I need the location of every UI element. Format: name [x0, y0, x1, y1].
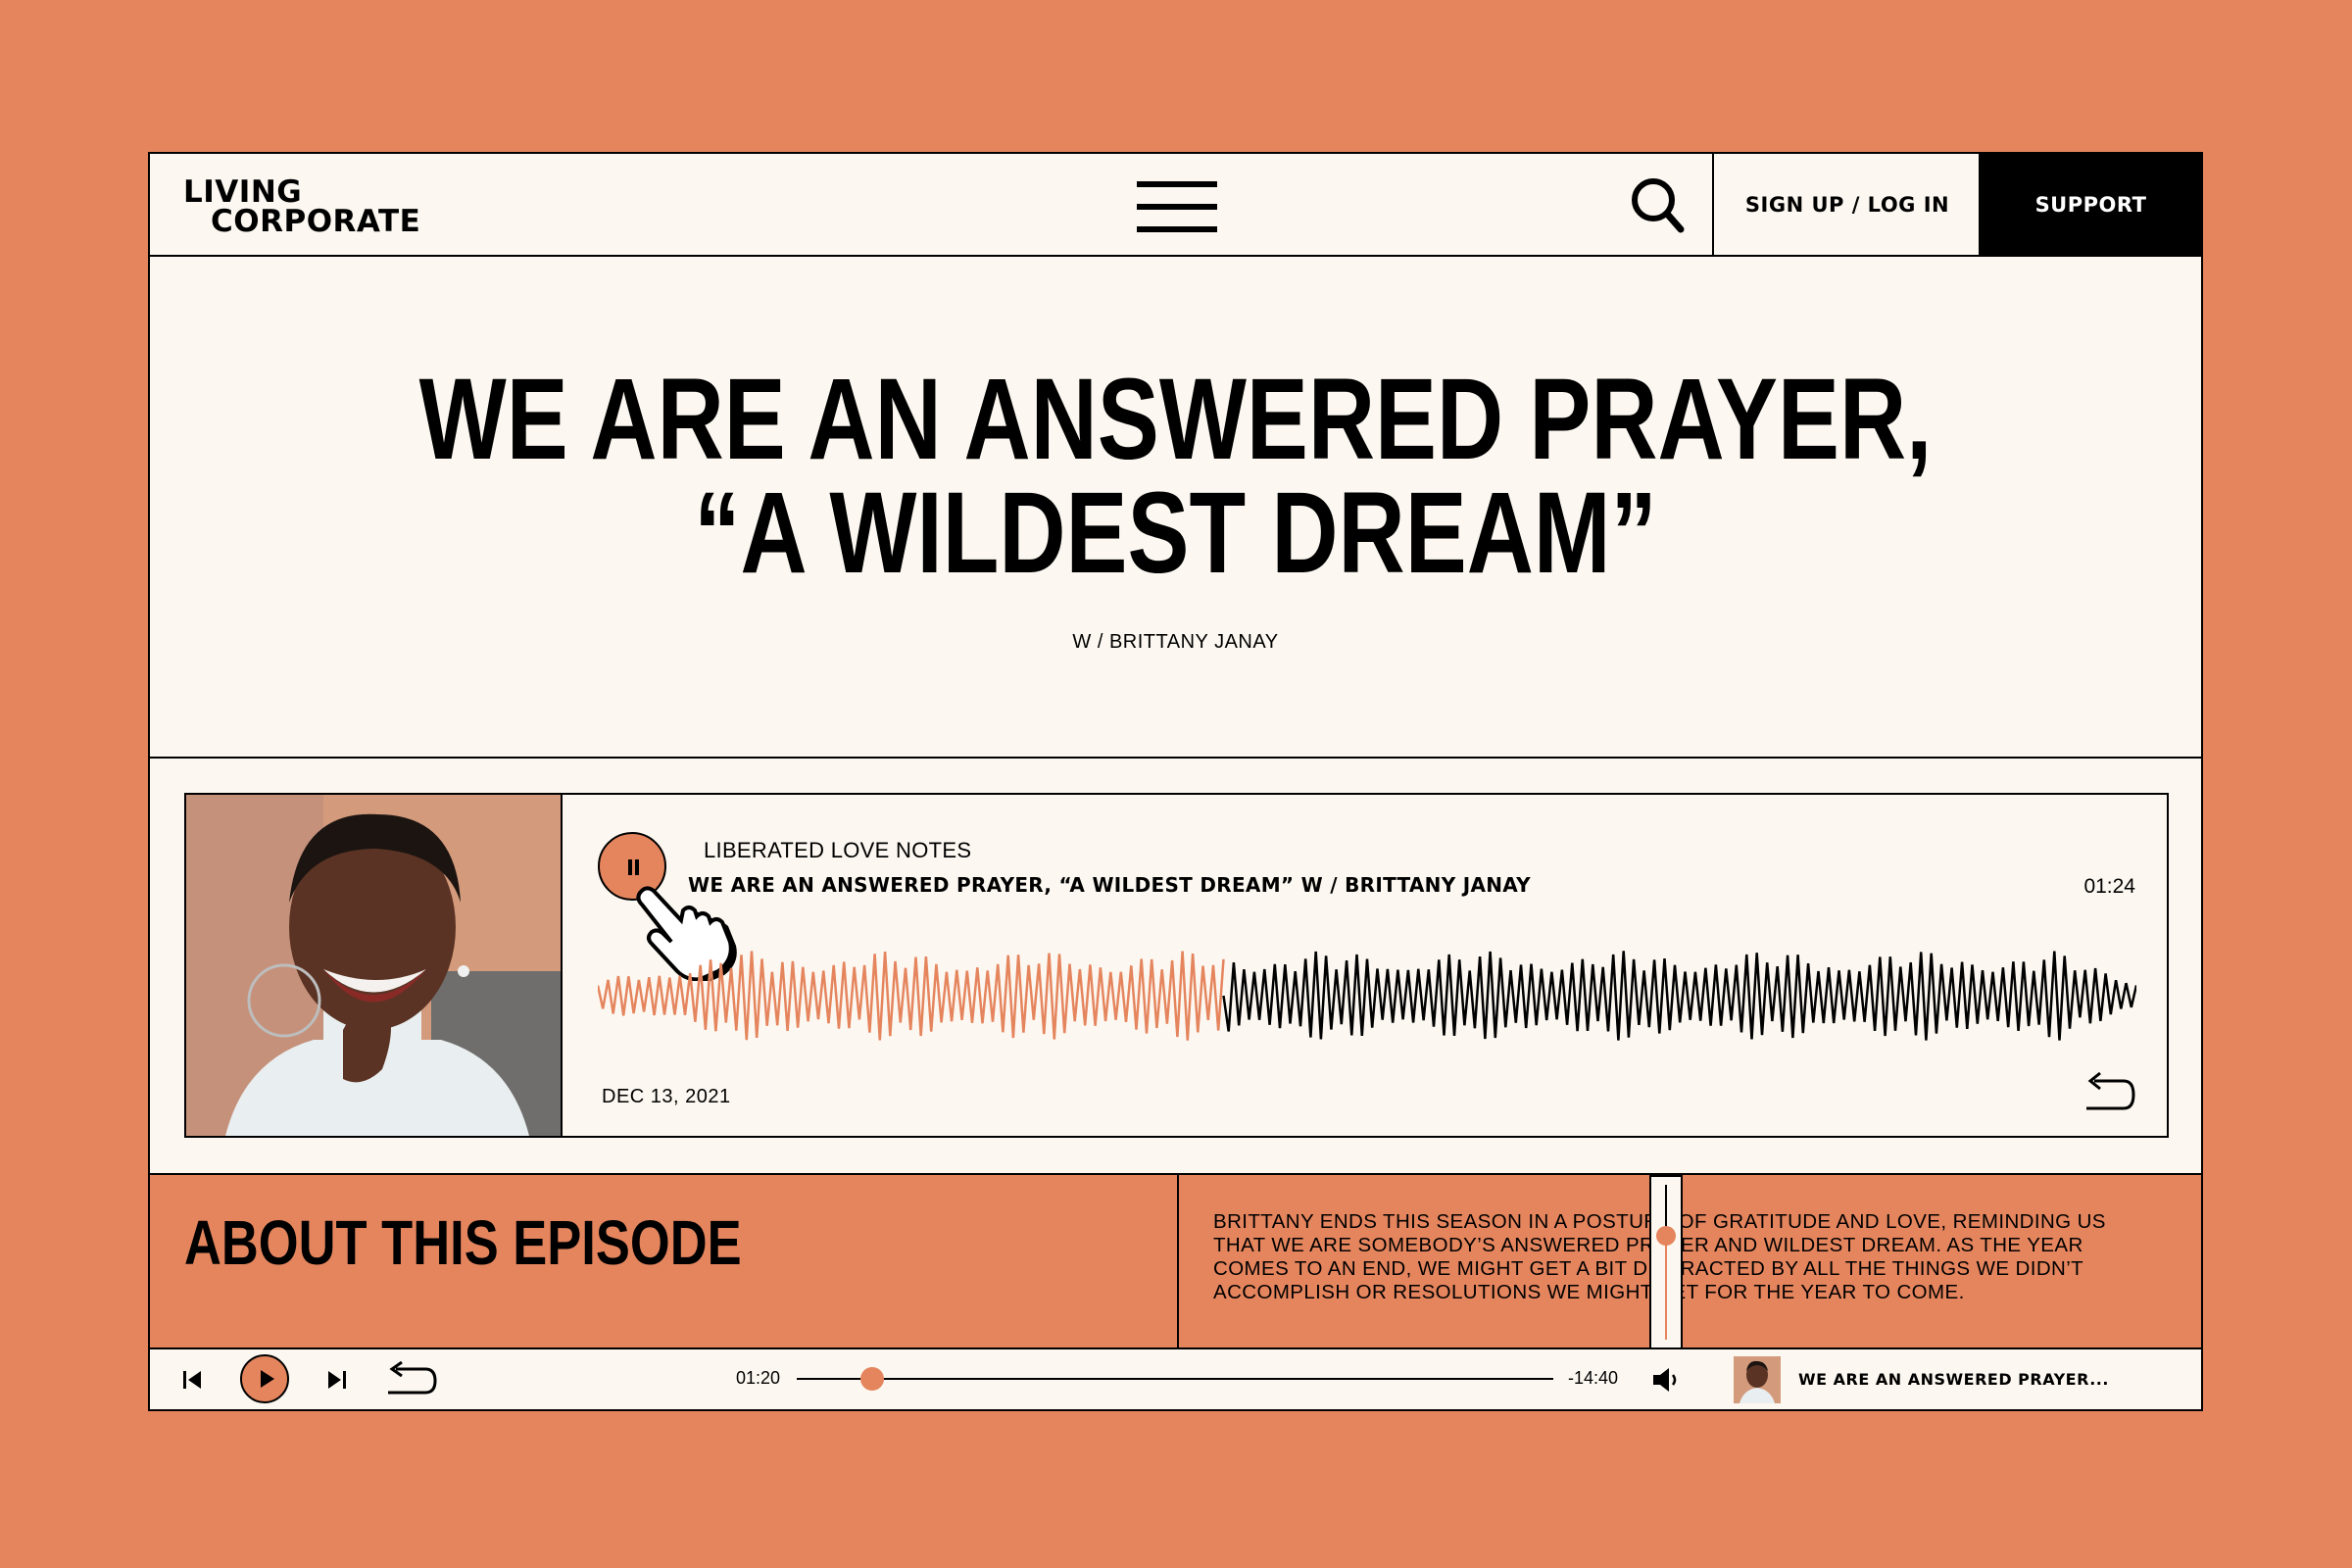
- logo[interactable]: LIVING CORPORATE: [183, 177, 421, 239]
- episode-title: WE ARE AN ANSWERED PRAYER, “A WILDEST DR…: [355, 355, 1995, 598]
- episode-hero: WE ARE AN ANSWERED PRAYER, “A WILDEST DR…: [150, 257, 2201, 759]
- logo-line-2: CORPORATE: [211, 204, 421, 239]
- elapsed-time: 01:20: [736, 1368, 781, 1388]
- replay-icon[interactable]: [382, 1361, 437, 1398]
- now-playing-title[interactable]: WE ARE AN ANSWERED PRAYER...: [1798, 1370, 2109, 1389]
- episode-title-line-1: WE ARE AN ANSWERED PRAYER,: [418, 355, 1933, 484]
- site-frame: LIVING CORPORATE SIGN UP / LOG IN SUPPOR…: [148, 152, 2203, 1411]
- remaining-time: -14:40: [1568, 1368, 1619, 1388]
- now-playing-thumbnail: [1734, 1356, 1781, 1403]
- progress-knob[interactable]: [860, 1367, 885, 1391]
- support-button[interactable]: SUPPORT: [1979, 154, 2203, 255]
- episode-title-line-2: “A WILDEST DREAM”: [694, 468, 1657, 598]
- progress-bar[interactable]: [797, 1367, 1553, 1391]
- volume-slider[interactable]: [1649, 1175, 1683, 1349]
- search-icon[interactable]: [1628, 173, 1687, 236]
- show-name: LIBERATED LOVE NOTES: [704, 838, 972, 862]
- about-heading: ABOUT THIS EPISODE: [184, 1207, 742, 1278]
- player-episode-title: WE ARE AN ANSWERED PRAYER, “A WILDEST DR…: [688, 873, 1531, 897]
- about-section: ABOUT THIS EPISODE BRITTANY ENDS THIS SE…: [150, 1173, 2201, 1349]
- guest-photo: [186, 795, 563, 1136]
- about-divider: [1177, 1175, 1179, 1348]
- episode-player-card: LIBERATED LOVE NOTES WE ARE AN ANSWERED …: [184, 793, 2169, 1138]
- episode-guest: W / BRITTANY JANAY: [1072, 631, 1279, 653]
- episode-date: DEC 13, 2021: [602, 1086, 731, 1107]
- bottom-player-bar: 01:20 -14:40 WE ARE AN ANSWERED PRAYER..…: [150, 1349, 2201, 1409]
- about-description: BRITTANY ENDS THIS SEASON IN A POSTURE O…: [1213, 1210, 2106, 1303]
- sign-up-login-button[interactable]: SIGN UP / LOG IN: [1712, 154, 1981, 255]
- site-header: LIVING CORPORATE SIGN UP / LOG IN SUPPOR…: [150, 154, 2203, 257]
- waveform-played: [598, 951, 1225, 1041]
- skip-previous-icon[interactable]: [181, 1369, 203, 1391]
- play-button[interactable]: [240, 1354, 289, 1403]
- volume-fill: [1665, 1236, 1667, 1340]
- waveform-remaining: [1222, 951, 2136, 1041]
- volume-icon[interactable]: [1651, 1366, 1683, 1394]
- player-current-time: 01:24: [2083, 875, 2135, 898]
- replay-icon[interactable]: [2081, 1071, 2135, 1114]
- skip-next-icon[interactable]: [326, 1369, 348, 1391]
- volume-knob[interactable]: [1656, 1226, 1676, 1247]
- audio-waveform[interactable]: [598, 942, 2136, 1050]
- hamburger-menu-icon[interactable]: [1137, 179, 1217, 234]
